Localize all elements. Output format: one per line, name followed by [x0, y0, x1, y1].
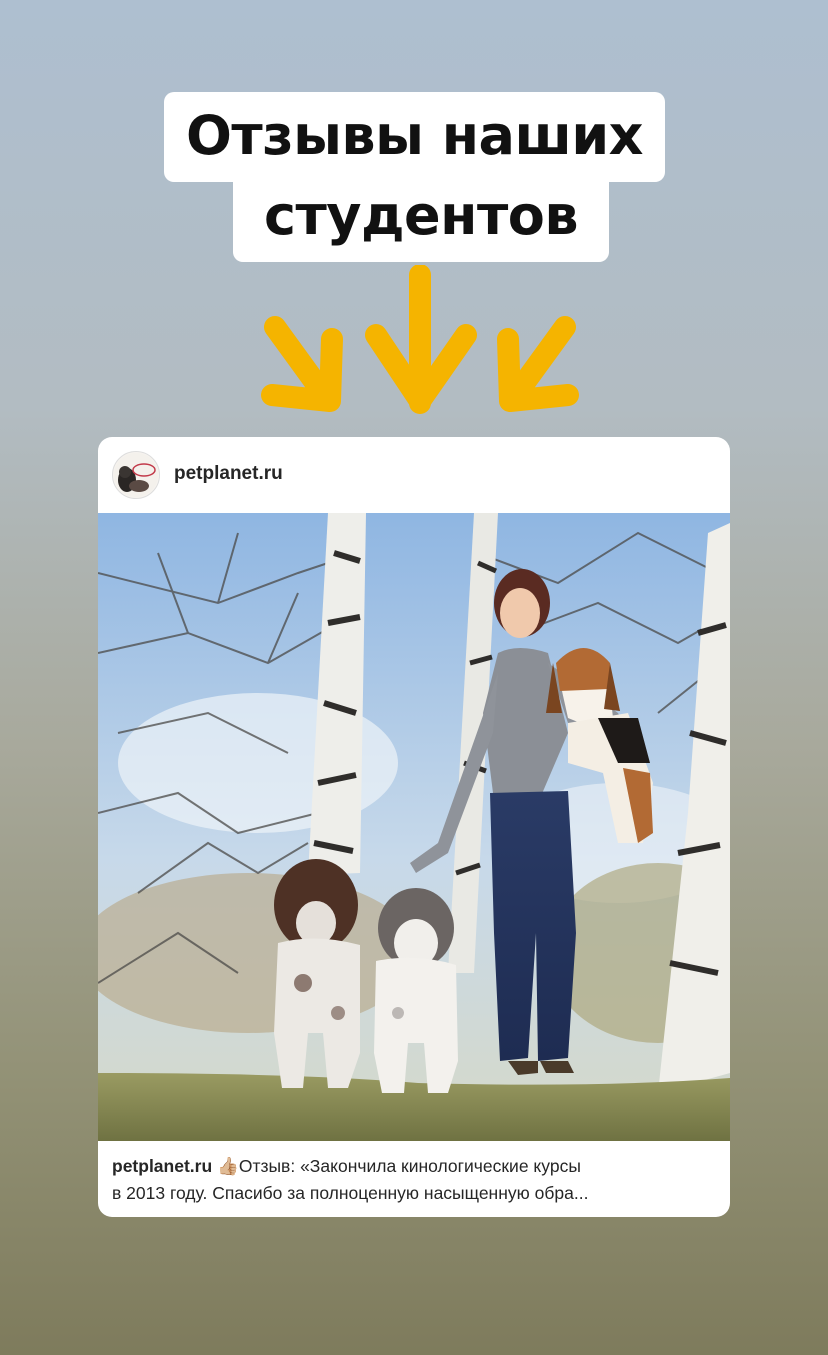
post-username[interactable]: petplanet.ru [174, 463, 283, 485]
caption-text-1: Отзыв: «Закончила кинологические курсы [238, 1156, 581, 1176]
profile-avatar[interactable] [112, 451, 160, 499]
post-header: petplanet.ru [98, 437, 730, 513]
story-title-line-1: Отзывы наших [164, 92, 665, 182]
caption-username[interactable]: petplanet.ru [112, 1156, 212, 1176]
instagram-post-card[interactable]: petplanet.ru petplanet.ru 👍🏼Отзыв: «Зако… [98, 437, 730, 1217]
arrow-left-icon [261, 316, 343, 412]
post-photo[interactable] [98, 513, 730, 1141]
story-title-line-2: студентов [233, 172, 609, 262]
arrows-down-icon [261, 265, 579, 414]
thumbs-up-icon: 👍🏼 [217, 1156, 239, 1176]
arrow-right-icon [497, 316, 579, 412]
arrow-center-icon [365, 265, 477, 414]
caption-line-2: в 2013 году. Спасибо за полноценную насы… [112, 1183, 589, 1203]
post-caption: petplanet.ru 👍🏼Отзыв: «Закончила кинолог… [112, 1153, 716, 1207]
caption-line-1: petplanet.ru 👍🏼Отзыв: «Закончила кинолог… [112, 1153, 716, 1180]
